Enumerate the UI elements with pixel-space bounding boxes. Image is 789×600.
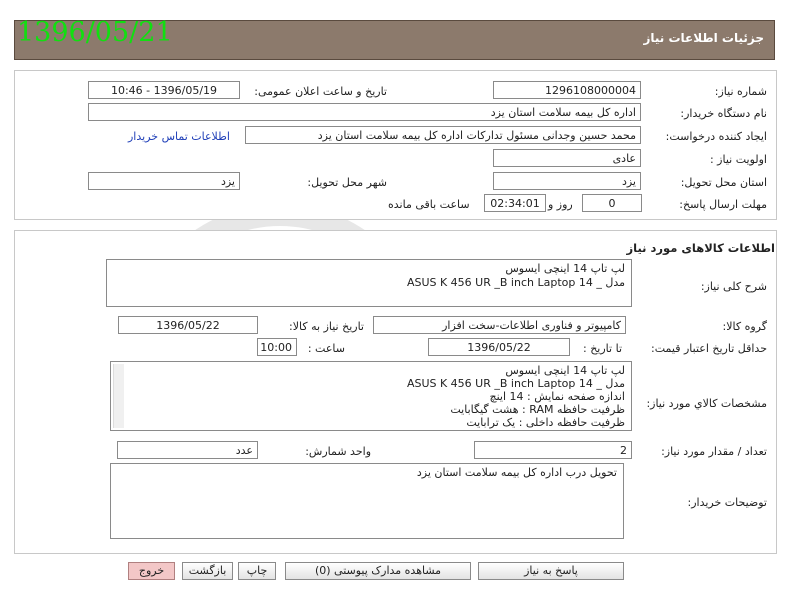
days-and-text: روز و [548,198,573,211]
delivery-province-field: یزد [493,172,641,190]
time-field: 10:00 [257,338,297,356]
view-attachments-button[interactable]: مشاهده مدارک پیوستی (0) [285,562,471,580]
specs-line-3: اندازه صفحه نمایش : 14 اینچ [489,390,625,403]
summary-line-2: مدل ASUS K 456 UR _B inch Laptop 14 _ [406,276,625,289]
announce-datetime-label: تاریخ و ساعت اعلان عمومی: [254,85,387,98]
goods-section-title: اطلاعات کالاهای مورد نیاز [626,241,775,255]
specs-line-4: ظرفیت حافظه RAM : هشت گیگابایت [450,403,625,416]
price-validity-label: حداقل تاریخ اعتبار قیمت: [651,342,767,355]
buyer-notes-textarea: تحویل درب اداره کل بیمه سلامت استان یزد [110,463,624,539]
buyer-notes-label: توضیحات خریدار: [687,496,768,509]
specs-label: مشخصات کالاي مورد نیاز: [646,397,767,410]
specs-scrollbar[interactable] [113,364,124,428]
reply-deadline-label: مهلت ارسال پاسخ: [679,198,767,211]
unit-label: واحد شمارش: [305,445,371,458]
buyer-org-field: اداره کل بیمه سلامت استان یزد [88,103,641,121]
print-button[interactable]: چاپ [238,562,276,580]
time-label: ساعت : [307,342,345,355]
remaining-hours-text: ساعت باقی مانده [388,198,470,211]
request-creator-label: ایجاد کننده درخواست: [665,130,767,143]
need-date-label: تاریخ نیاز به کالا: [289,320,364,333]
delivery-city-field: یزد [88,172,240,190]
buyer-org-label: نام دستگاه خریدار: [680,107,767,120]
specs-line-1: لپ تاپ 14 اینچی ایسوس [505,364,625,377]
announce-datetime-field: 1396/05/19 - 10:46 [88,81,240,99]
title-bar: 1396/05/21 جزئیات اطلاعات نیاز [14,17,775,60]
delivery-city-label: شهر محل تحویل: [307,176,387,189]
back-button[interactable]: بازگشت [182,562,233,580]
summary-textarea: لپ تاپ 14 اینچی ایسوس مدل ASUS K 456 UR … [106,259,632,307]
deadline-time-field: 02:34:01 [484,194,546,212]
unit-field: عدد [117,441,258,459]
reply-button[interactable]: پاسخ به نیاز [478,562,624,580]
buyer-notes-text: تحویل درب اداره کل بیمه سلامت استان یزد [416,466,617,479]
priority-label: اولویت نیاز : [709,153,767,166]
until-date-label: تا تاریخ : [583,342,622,355]
specs-line-2: مدل ASUS K 456 UR _B inch Laptop 14 _ [406,377,625,390]
need-number-label: شماره نیاز: [714,85,767,98]
until-date-field: 1396/05/22 [428,338,570,356]
need-date-field: 1396/05/22 [118,316,258,334]
priority-field: عادی [493,149,641,167]
quantity-label: تعداد / مقدار مورد نیاز: [661,445,767,458]
goods-group-field: کامپیوتر و فناوری اطلاعات-سخت افزار [373,316,626,334]
summary-line-1: لپ تاپ 14 اینچی ایسوس [505,262,625,275]
deadline-days-field: 0 [582,194,642,212]
header-date: 1396/05/21 [17,17,173,48]
goods-group-label: گروه کالا: [722,320,767,333]
specs-line-5: ظرفیت حافظه داخلی : یک ترابایت [466,416,625,429]
quantity-field: 2 [474,441,632,459]
summary-label: شرح کلی نیاز: [700,280,767,293]
request-creator-field: محمد حسین وجدانی مسئول تدارکات اداره کل … [245,126,641,144]
exit-button[interactable]: خروج [128,562,175,580]
page-title: جزئیات اطلاعات نیاز [643,31,764,45]
buyer-contact-link[interactable]: اطلاعات تماس خریدار [128,130,230,143]
need-number-field: 1296108000004 [493,81,641,99]
delivery-province-label: استان محل تحویل: [680,176,767,189]
specs-textarea[interactable]: لپ تاپ 14 اینچی ایسوس مدل ASUS K 456 UR … [110,361,632,431]
